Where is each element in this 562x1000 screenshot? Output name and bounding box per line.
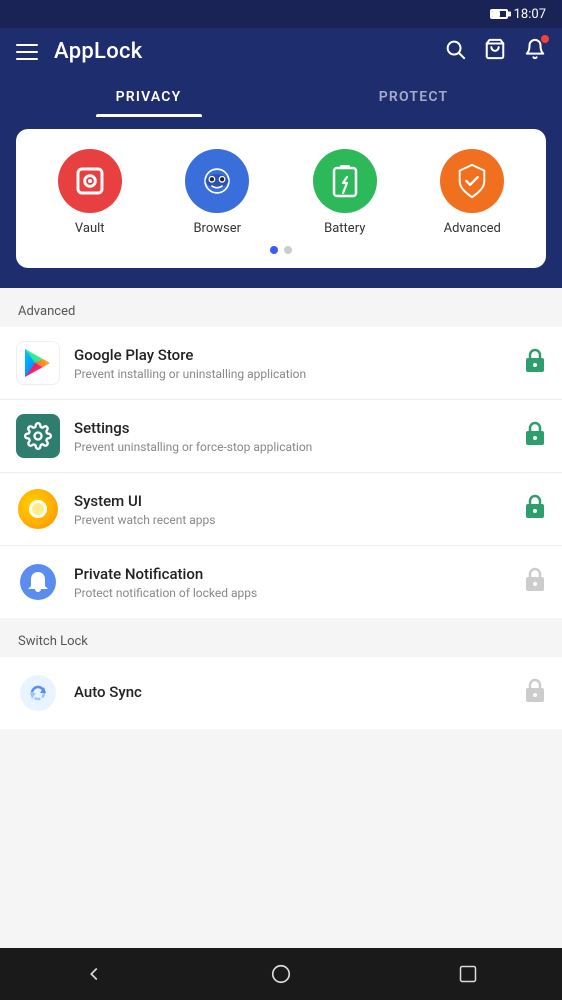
carousel-item-vault[interactable]: Vault	[50, 149, 130, 236]
auto-sync-name: Auto Sync	[74, 683, 524, 701]
private-notification-name: Private Notification	[74, 565, 524, 583]
list-item-settings[interactable]: Settings Prevent uninstalling or force-s…	[0, 400, 562, 473]
hamburger-menu[interactable]	[16, 44, 38, 60]
status-bar: 18:07	[0, 0, 562, 28]
auto-sync-lock-icon[interactable]	[524, 677, 546, 709]
battery-label: Battery	[324, 221, 365, 236]
header-right	[444, 38, 546, 65]
google-play-info: Google Play Store Prevent installing or …	[74, 346, 524, 381]
browser-icon	[185, 149, 249, 213]
vault-label: Vault	[75, 221, 105, 236]
card-carousel: Vault Browser	[0, 117, 562, 288]
google-play-lock-icon[interactable]	[524, 347, 546, 379]
system-ui-desc: Prevent watch recent apps	[74, 513, 524, 527]
recent-apps-button[interactable]	[448, 954, 488, 994]
tab-protect[interactable]: PROTECT	[281, 77, 546, 117]
advanced-label: Advanced	[444, 221, 501, 236]
list-item-google-play[interactable]: Google Play Store Prevent installing or …	[0, 327, 562, 400]
carousel-dot-1[interactable]	[270, 246, 278, 254]
system-ui-icon	[16, 487, 60, 531]
advanced-section-label: Advanced	[0, 288, 562, 327]
status-bar-icons: 18:07	[490, 7, 546, 22]
private-notification-info: Private Notification Protect notificatio…	[74, 565, 524, 600]
app-title: AppLock	[54, 39, 143, 64]
carousel-item-advanced[interactable]: Advanced	[432, 149, 512, 236]
settings-icon	[16, 414, 60, 458]
system-ui-lock-icon[interactable]	[524, 493, 546, 525]
tabs: PRIVACY PROTECT	[16, 77, 546, 117]
advanced-icon	[440, 149, 504, 213]
settings-lock-icon[interactable]	[524, 420, 546, 452]
header-left: AppLock	[16, 39, 143, 64]
carousel-dot-2[interactable]	[284, 246, 292, 254]
search-icon[interactable]	[444, 38, 466, 65]
shopping-bag-icon[interactable]	[484, 38, 506, 65]
card-icons-row: Vault Browser	[26, 149, 536, 236]
notification-dot	[541, 35, 549, 43]
advanced-list: Google Play Store Prevent installing or …	[0, 327, 562, 618]
bottom-nav	[0, 948, 562, 1000]
carousel-item-browser[interactable]: Browser	[177, 149, 257, 236]
auto-sync-icon	[16, 671, 60, 715]
switch-lock-list: Auto Sync	[0, 657, 562, 729]
private-notification-lock-icon[interactable]	[524, 566, 546, 598]
auto-sync-info: Auto Sync	[74, 683, 524, 704]
header: AppLock	[0, 28, 562, 117]
battery-card-icon	[313, 149, 377, 213]
google-play-desc: Prevent installing or uninstalling appli…	[74, 367, 524, 381]
private-notification-desc: Protect notification of locked apps	[74, 586, 524, 600]
browser-label: Browser	[193, 221, 241, 236]
settings-info: Settings Prevent uninstalling or force-s…	[74, 419, 524, 454]
battery-status-icon	[490, 9, 508, 19]
private-notification-icon	[16, 560, 60, 604]
settings-name: Settings	[74, 419, 524, 437]
system-ui-name: System UI	[74, 492, 524, 510]
vault-icon	[58, 149, 122, 213]
list-item-system-ui[interactable]: System UI Prevent watch recent apps	[0, 473, 562, 546]
system-ui-info: System UI Prevent watch recent apps	[74, 492, 524, 527]
carousel-dots	[26, 246, 536, 254]
carousel-item-battery[interactable]: Battery	[305, 149, 385, 236]
google-play-name: Google Play Store	[74, 346, 524, 364]
switch-lock-section-label: Switch Lock	[0, 618, 562, 657]
google-play-icon	[16, 341, 60, 385]
card-inner: Vault Browser	[16, 129, 546, 268]
settings-desc: Prevent uninstalling or force-stop appli…	[74, 440, 524, 454]
home-button[interactable]	[261, 954, 301, 994]
list-item-auto-sync[interactable]: Auto Sync	[0, 657, 562, 729]
back-button[interactable]	[74, 954, 114, 994]
time-display: 18:07	[514, 7, 546, 22]
tab-privacy[interactable]: PRIVACY	[16, 77, 281, 117]
header-top: AppLock	[16, 38, 546, 77]
list-item-private-notification[interactable]: Private Notification Protect notificatio…	[0, 546, 562, 618]
notification-icon[interactable]	[524, 38, 546, 65]
